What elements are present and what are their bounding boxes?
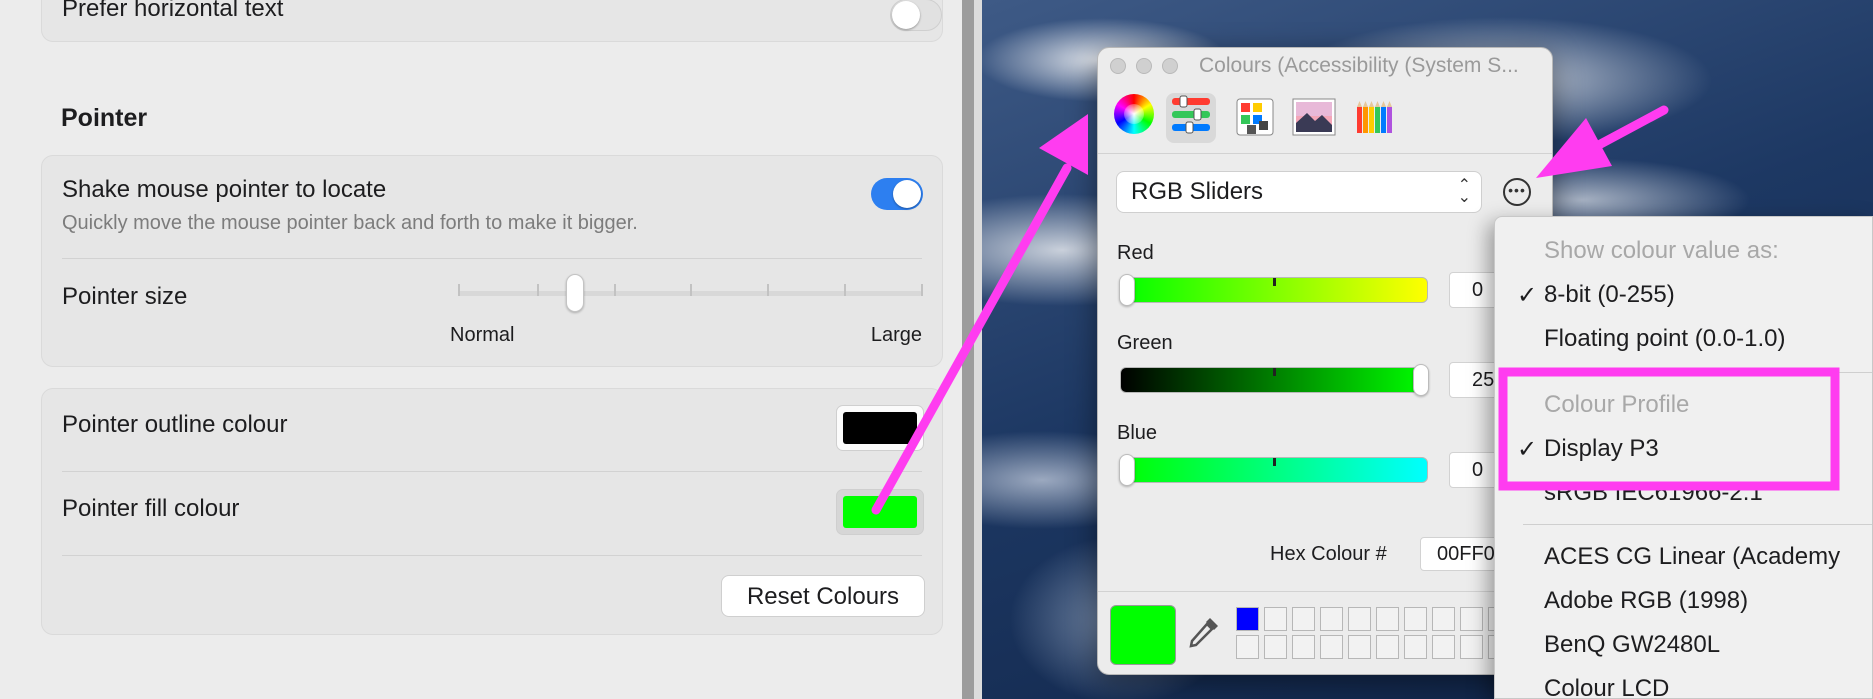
menu-separator xyxy=(1523,524,1872,525)
pointer-size-max-label: Large xyxy=(870,324,922,346)
shake-pointer-label: Shake mouse pointer to locate xyxy=(62,176,387,203)
menu-item-8bit[interactable]: 8-bit (0-255) xyxy=(1544,281,1675,309)
colour-mode-value: RGB Sliders xyxy=(1131,178,1264,205)
sliders-icon[interactable] xyxy=(1166,93,1216,143)
updown-chevron-icon: ⌃ ⌄ xyxy=(1457,177,1471,206)
favourite-swatch[interactable] xyxy=(1376,607,1399,631)
checkmark-icon: ✓ xyxy=(1517,282,1538,309)
hex-colour-label: Hex Colour # xyxy=(1270,543,1387,565)
shake-pointer-description: Quickly move the mouse pointer back and … xyxy=(62,212,638,234)
blue-slider-thumb[interactable] xyxy=(1119,454,1135,486)
menu-header-show-value: Show colour value as: xyxy=(1544,237,1779,264)
pointer-size-label: Pointer size xyxy=(62,283,188,310)
colour-wheel-icon[interactable] xyxy=(1114,94,1154,134)
favourite-swatch[interactable] xyxy=(1376,635,1399,659)
reset-colours-button[interactable]: Reset Colours xyxy=(721,575,925,617)
pointer-outline-colour-label: Pointer outline colour xyxy=(62,411,288,438)
divider xyxy=(1098,591,1552,592)
pointer-size-min-label: Normal xyxy=(450,324,515,346)
pointer-fill-colour-label: Pointer fill colour xyxy=(62,495,240,522)
menu-item-floating-point[interactable]: Floating point (0.0-1.0) xyxy=(1544,325,1785,353)
eyedropper-icon[interactable] xyxy=(1186,614,1222,654)
colours-window: Colours (Accessibility (System S... RGB … xyxy=(1097,47,1553,675)
accessibility-pointer-settings: Prefer horizontal text Pointer Shake mou… xyxy=(0,0,962,699)
pointer-section-title: Pointer xyxy=(61,104,148,132)
more-options-icon[interactable]: ••• xyxy=(1503,178,1531,206)
menu-item-aces[interactable]: ACES CG Linear (Academy xyxy=(1544,543,1840,571)
blue-slider[interactable] xyxy=(1119,454,1428,486)
favourite-swatch[interactable] xyxy=(1404,607,1427,631)
green-slider-label: Green xyxy=(1117,332,1173,354)
favourite-swatch[interactable] xyxy=(1432,635,1455,659)
red-slider-thumb[interactable] xyxy=(1119,274,1135,306)
favourite-swatch[interactable] xyxy=(1292,607,1315,631)
shake-pointer-toggle[interactable] xyxy=(871,178,923,210)
favourite-swatch[interactable] xyxy=(1264,607,1287,631)
prefer-horizontal-text-row: Prefer horizontal text xyxy=(41,0,943,42)
favourite-swatch[interactable] xyxy=(1320,607,1343,631)
zoom-window-button[interactable] xyxy=(1162,58,1178,74)
divider xyxy=(62,471,922,472)
pointer-colour-group: Pointer outline colour Pointer fill colo… xyxy=(41,388,943,635)
slider-midpoint-tick xyxy=(1273,458,1276,466)
favourite-swatch[interactable] xyxy=(1432,607,1455,631)
menu-separator xyxy=(1523,372,1872,373)
colour-options-menu: Show colour value as: ✓ 8-bit (0-255) Fl… xyxy=(1494,216,1873,699)
menu-item-benq[interactable]: BenQ GW2480L xyxy=(1544,631,1720,659)
divider xyxy=(62,555,922,556)
favourite-swatch[interactable] xyxy=(1404,635,1427,659)
favourite-swatch[interactable] xyxy=(1460,635,1483,659)
checkmark-icon: ✓ xyxy=(1517,436,1538,463)
divider xyxy=(62,258,922,259)
favourite-swatch[interactable] xyxy=(1292,635,1315,659)
favourite-swatch[interactable] xyxy=(1236,635,1259,659)
outline-colour-swatch xyxy=(843,412,917,444)
image-palettes-icon[interactable] xyxy=(1289,93,1339,143)
pointer-size-thumb[interactable] xyxy=(566,274,584,312)
close-window-button[interactable] xyxy=(1110,58,1126,74)
colour-mode-popup[interactable]: RGB Sliders ⌃ ⌄ xyxy=(1116,171,1482,213)
menu-item-adobe-rgb[interactable]: Adobe RGB (1998) xyxy=(1544,587,1748,615)
pointer-fill-colour-well[interactable] xyxy=(836,489,924,535)
pointer-outline-colour-well[interactable] xyxy=(836,405,924,451)
menu-item-display-p3[interactable]: Display P3 xyxy=(1544,435,1659,463)
menu-header-colour-profile: Colour Profile xyxy=(1544,391,1690,418)
favourite-swatch[interactable] xyxy=(1320,635,1343,659)
red-slider-label: Red xyxy=(1117,242,1154,264)
fill-colour-swatch xyxy=(843,496,917,528)
favourite-swatch[interactable] xyxy=(1264,635,1287,659)
pencils-icon[interactable] xyxy=(1351,93,1401,143)
pointer-group: Shake mouse pointer to locate Quickly mo… xyxy=(41,155,943,367)
prefer-horizontal-text-label: Prefer horizontal text xyxy=(62,0,284,22)
current-colour-swatch[interactable] xyxy=(1110,605,1176,665)
favourite-swatch[interactable] xyxy=(1348,607,1371,631)
red-slider[interactable] xyxy=(1119,274,1428,306)
prefer-horizontal-text-toggle[interactable] xyxy=(890,0,942,31)
menu-item-srgb[interactable]: sRGB IEC61966-2.1 xyxy=(1544,479,1763,507)
blue-slider-label: Blue xyxy=(1117,422,1158,444)
favourite-swatch[interactable] xyxy=(1348,635,1371,659)
menu-item-colour-lcd[interactable]: Colour LCD xyxy=(1544,675,1669,698)
pointer-size-slider[interactable] xyxy=(450,274,926,314)
settings-scrollbar-thumb[interactable] xyxy=(962,0,974,699)
green-slider[interactable] xyxy=(1120,364,1429,396)
palettes-icon[interactable] xyxy=(1231,93,1281,143)
divider xyxy=(1098,153,1552,154)
slider-midpoint-tick xyxy=(1273,368,1276,376)
slider-midpoint-tick xyxy=(1273,278,1276,286)
colours-window-title: Colours (Accessibility (System S... xyxy=(1199,54,1519,77)
favourite-swatch[interactable] xyxy=(1460,607,1483,631)
green-slider-thumb[interactable] xyxy=(1413,364,1429,396)
minimize-window-button[interactable] xyxy=(1136,58,1152,74)
favourite-swatch[interactable] xyxy=(1236,607,1259,631)
